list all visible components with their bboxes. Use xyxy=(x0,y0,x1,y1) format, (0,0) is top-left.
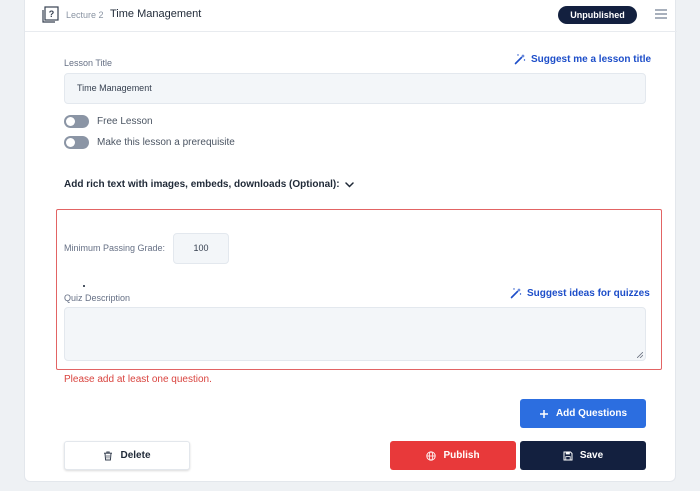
passing-grade-label: Minimum Passing Grade: xyxy=(64,243,166,253)
suggest-quizzes-link[interactable]: Suggest ideas for quizzes xyxy=(510,287,650,299)
lecture-number: Lecture 2 xyxy=(66,10,104,20)
publish-label: Publish xyxy=(443,450,480,461)
rich-text-label: Add rich text with images, embeds, downl… xyxy=(64,179,340,190)
quiz-icon: ? xyxy=(42,6,59,23)
lesson-title-label: Lesson Title xyxy=(64,58,113,68)
publish-button[interactable]: Publish xyxy=(390,441,516,470)
quiz-description-label: Quiz Description xyxy=(64,293,131,303)
passing-grade-input[interactable]: 100 xyxy=(173,233,229,264)
add-questions-label: Add Questions xyxy=(555,408,628,419)
status-badge[interactable]: Unpublished xyxy=(558,6,637,24)
save-button[interactable]: Save xyxy=(520,441,646,470)
globe-icon xyxy=(426,450,437,461)
plus-icon xyxy=(539,409,548,418)
resize-grip-icon[interactable] xyxy=(637,352,643,358)
add-questions-button[interactable]: Add Questions xyxy=(520,399,646,428)
prerequisite-label: Make this lesson a prerequisite xyxy=(97,137,235,148)
rich-text-toggle[interactable]: Add rich text with images, embeds, downl… xyxy=(64,179,354,190)
magic-wand-icon xyxy=(510,288,522,299)
chevron-down-icon xyxy=(344,181,354,188)
suggest-quizzes-label: Suggest ideas for quizzes xyxy=(527,287,650,299)
save-icon xyxy=(563,451,573,460)
magic-wand-icon xyxy=(514,54,526,65)
save-label: Save xyxy=(579,450,604,461)
svg-text:?: ? xyxy=(49,9,55,19)
free-lesson-row: Free Lesson xyxy=(64,115,153,128)
lesson-title-input[interactable]: Time Management xyxy=(64,73,646,104)
lecture-title: Time Management xyxy=(110,8,202,20)
delete-button[interactable]: Delete xyxy=(64,441,190,470)
quiz-description-textarea[interactable] xyxy=(64,307,646,361)
menu-icon[interactable] xyxy=(655,9,667,19)
lesson-title-value: Time Management xyxy=(77,83,152,93)
prerequisite-toggle[interactable] xyxy=(64,136,89,149)
suggest-title-link[interactable]: Suggest me a lesson title xyxy=(514,53,651,65)
stray-mark xyxy=(83,285,85,287)
prerequisite-row: Make this lesson a prerequisite xyxy=(64,136,235,149)
lesson-editor-card: ? Lecture 2 Time Management Unpublished … xyxy=(24,0,677,482)
trash-icon xyxy=(104,451,113,460)
lesson-header: ? Lecture 2 Time Management Unpublished xyxy=(25,0,677,32)
delete-label: Delete xyxy=(120,450,151,461)
free-lesson-label: Free Lesson xyxy=(97,116,153,127)
validation-error: Please add at least one question. xyxy=(64,374,212,385)
free-lesson-toggle[interactable] xyxy=(64,115,89,128)
suggest-title-label: Suggest me a lesson title xyxy=(531,53,652,65)
